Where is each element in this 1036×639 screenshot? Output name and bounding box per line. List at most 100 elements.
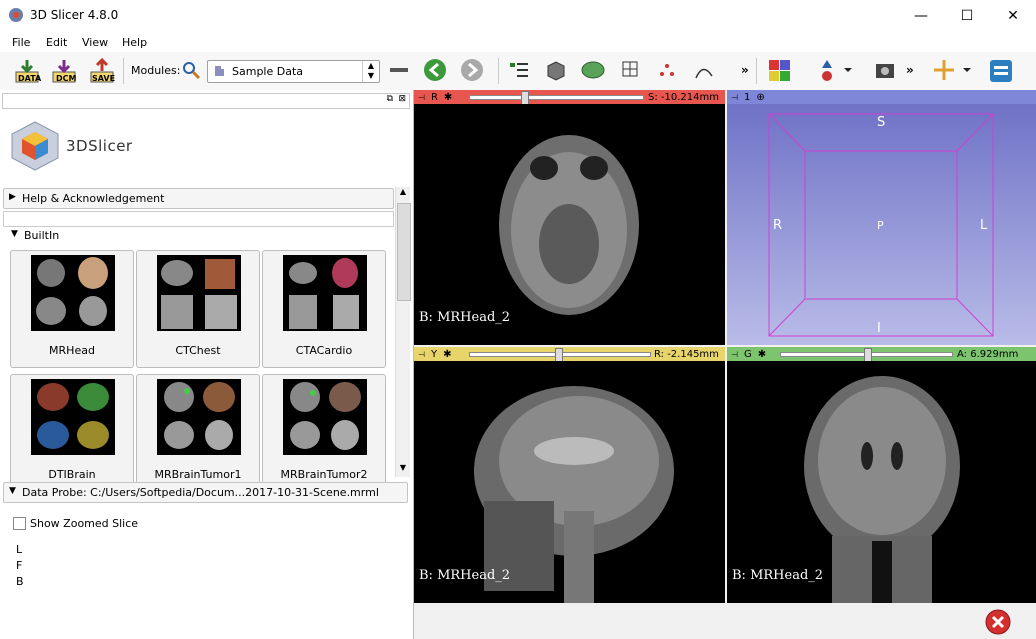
undock-icon[interactable]: ⧉: [387, 94, 393, 104]
pin-icon[interactable]: ⊣: [418, 93, 425, 102]
menu-edit[interactable]: Edit: [46, 36, 67, 49]
show-zoomed-checkbox[interactable]: [13, 517, 26, 530]
builtin-section-header[interactable]: ▼ BuiltIn: [3, 227, 392, 243]
axial-slice-image: [499, 135, 639, 315]
window-title: 3D Slicer 4.8.0: [30, 8, 119, 22]
yellow-slice-view[interactable]: B: MRHead_2: [414, 361, 725, 603]
scroll-down-icon[interactable]: ▼: [397, 463, 409, 477]
3d-label-top: S: [877, 115, 886, 130]
place-fiducial-icon: [822, 60, 852, 81]
layout-button[interactable]: [388, 60, 412, 82]
fiducial-icon: [660, 64, 674, 76]
brain-icon: [581, 61, 605, 79]
mouse-mode-button[interactable]: [818, 58, 854, 84]
modules-label: Modules:: [131, 64, 181, 77]
grid-icon: [622, 61, 638, 77]
screenshot-button[interactable]: [873, 58, 897, 82]
coronal-slice-image: [804, 376, 960, 603]
crosshair-icon: [934, 60, 971, 80]
toolbar-more-1[interactable]: »: [741, 63, 749, 77]
pin-icon[interactable]: ⊣: [731, 350, 738, 359]
sample-dtibrain[interactable]: DTIBrain: [10, 374, 134, 492]
ruler-button[interactable]: [693, 60, 715, 82]
data-probe-header[interactable]: ▼ Data Probe: C:/Users/Softpedia/Docum..…: [3, 482, 408, 503]
sample-mrbraintumor1[interactable]: MRBrainTumor1: [136, 374, 260, 492]
green-volume-label: B: MRHead_2: [732, 568, 824, 583]
ctacardio-thumbnail: [283, 255, 367, 331]
error-icon: [985, 609, 1011, 635]
dtibrain-thumbnail: [31, 379, 115, 455]
pin-icon[interactable]: ⊣: [731, 93, 738, 102]
app-icon: [8, 7, 24, 23]
puzzle-icon: [215, 66, 224, 76]
crosshair-button[interactable]: [932, 58, 974, 84]
save-button[interactable]: SAVE: [89, 58, 115, 84]
red-slice-view[interactable]: B: MRHead_2: [414, 104, 725, 345]
sagittal-slice-image: [474, 386, 674, 603]
transforms-button[interactable]: [619, 58, 643, 82]
show-zoomed-label: Show Zoomed Slice: [30, 517, 139, 530]
maximize-button[interactable]: ☐: [944, 0, 990, 32]
arrow-forward-icon: [461, 59, 483, 81]
red-slider-thumb[interactable]: [520, 91, 529, 105]
module-selector-spinner[interactable]: ▲ ▼: [362, 61, 379, 82]
3d-view-number: 1: [743, 91, 751, 103]
module-selector[interactable]: Sample Data ▲ ▼: [207, 60, 380, 83]
yellow-volume-label: B: MRHead_2: [419, 568, 511, 583]
yellow-slice-slider[interactable]: [469, 348, 651, 362]
back-button[interactable]: [423, 58, 449, 84]
help-section-header[interactable]: ▶ Help & Acknowledgement: [3, 188, 394, 209]
help-collapsed-area: [3, 211, 394, 227]
menu-help[interactable]: Help: [122, 36, 147, 49]
green-slice-offset: A: 6.929mm: [957, 348, 1019, 360]
scrollbar-thumb[interactable]: [397, 203, 411, 301]
probe-line-b: B: [16, 575, 24, 588]
close-button[interactable]: ✕: [990, 0, 1036, 32]
slicer-logo: [8, 118, 63, 173]
data-module-button[interactable]: [508, 60, 530, 82]
3d-view[interactable]: S R P L I: [727, 104, 1036, 345]
slicer-logo-text: 3DSlicer: [66, 137, 133, 155]
yellow-slice-offset: R: -2.145mm: [654, 348, 719, 360]
extension-manager-button[interactable]: [988, 58, 1014, 84]
red-slice-slider[interactable]: [469, 91, 644, 105]
expand-arrow-icon: ▶: [9, 192, 16, 202]
menu-view[interactable]: View: [82, 36, 108, 49]
module-panel-scrollbar[interactable]: ▲ ▼: [395, 187, 411, 477]
toolbar-more-2[interactable]: »: [906, 63, 914, 77]
green-slider-thumb[interactable]: [863, 348, 872, 362]
scroll-up-icon[interactable]: ▲: [397, 187, 409, 201]
minimize-button[interactable]: —: [898, 0, 944, 32]
menu-bar: File Edit View Help: [0, 32, 1036, 52]
pin-icon[interactable]: ⊣: [418, 350, 425, 359]
dicom-button[interactable]: DCM: [51, 58, 77, 84]
mrbraintumor2-thumbnail: [283, 379, 367, 455]
green-view-letter: G: [743, 348, 752, 360]
link-icon[interactable]: ✱: [758, 349, 766, 360]
forward-button[interactable]: [460, 58, 486, 84]
load-data-button[interactable]: DATA: [14, 58, 41, 84]
green-slice-slider[interactable]: [780, 348, 953, 362]
green-slice-view[interactable]: B: MRHead_2: [727, 361, 1036, 603]
center-view-icon[interactable]: ⊕: [756, 92, 764, 103]
menu-file[interactable]: File: [12, 36, 30, 49]
layout-icon: [390, 68, 408, 72]
extension-icon: [990, 60, 1012, 82]
volumes-button[interactable]: [544, 58, 568, 82]
panel-close-icon[interactable]: ⊠: [398, 94, 406, 104]
markups-button[interactable]: [656, 60, 678, 82]
layout-select-button[interactable]: [767, 58, 793, 84]
sample-mrbraintumor2[interactable]: MRBrainTumor2: [262, 374, 386, 492]
sample-ctacardio[interactable]: CTACardio: [262, 250, 386, 368]
module-search-button[interactable]: [181, 60, 201, 80]
yellow-slider-thumb[interactable]: [555, 348, 564, 362]
link-icon[interactable]: ✱: [444, 92, 452, 103]
sample-mrhead[interactable]: MRHead: [10, 250, 134, 368]
status-bar: [414, 603, 1036, 639]
error-log-button[interactable]: [984, 608, 1012, 636]
3d-label-bottom: I: [877, 321, 881, 336]
3d-label-right: L: [980, 218, 988, 233]
models-button[interactable]: [580, 58, 606, 82]
sample-ctchest[interactable]: CTChest: [136, 250, 260, 368]
link-icon[interactable]: ✱: [443, 349, 451, 360]
